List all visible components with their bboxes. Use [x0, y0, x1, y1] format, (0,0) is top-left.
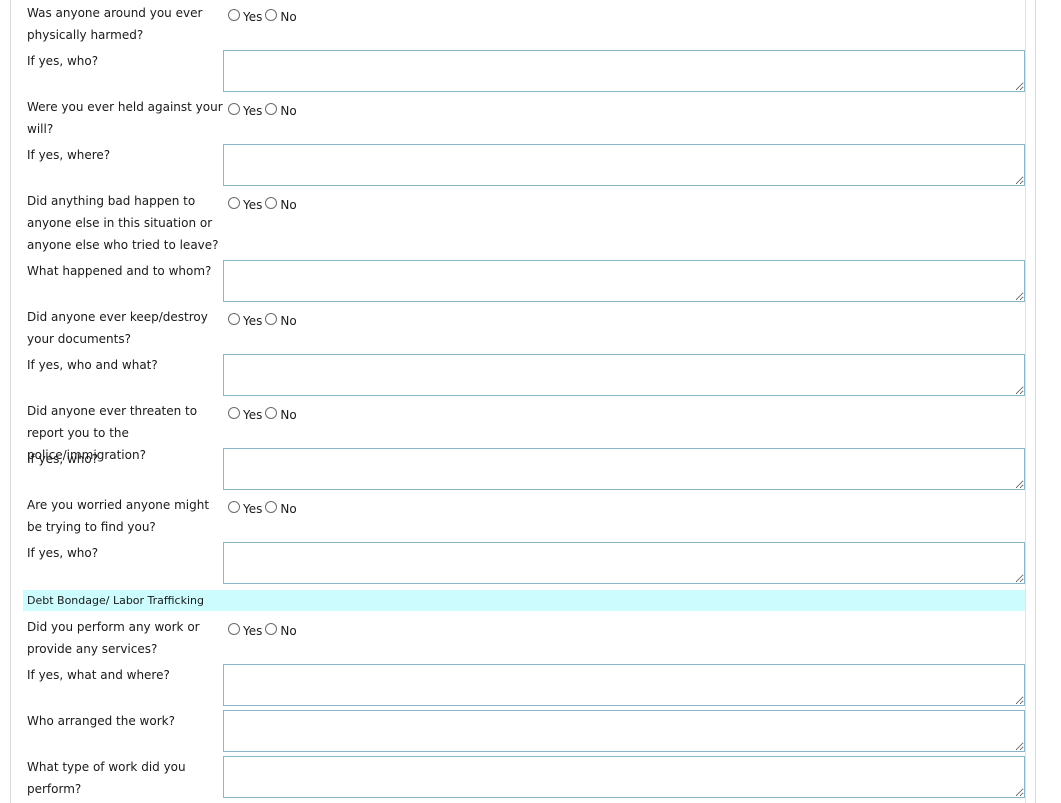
radio-yes[interactable] — [228, 9, 240, 21]
radio-no[interactable] — [265, 103, 278, 115]
radio-no[interactable] — [265, 197, 278, 209]
radio-no-label: No — [280, 408, 297, 422]
radio-no-label: No — [280, 10, 297, 24]
radio-no[interactable] — [265, 407, 278, 419]
radio-group-threaten-report: Yes No — [228, 404, 300, 422]
followup-textarea[interactable] — [223, 354, 1025, 396]
followup-textarea[interactable] — [223, 50, 1025, 92]
radio-yes-label: Yes — [243, 314, 263, 328]
radio-yes[interactable] — [228, 197, 240, 209]
radio-yes[interactable] — [228, 313, 240, 325]
who-arranged-textarea[interactable] — [223, 710, 1025, 752]
radio-no-label: No — [280, 624, 297, 638]
followup-textarea[interactable] — [223, 664, 1025, 706]
radio-yes-label: Yes — [243, 624, 263, 638]
radio-no[interactable] — [265, 313, 278, 325]
followup-label: If yes, what and where? — [27, 668, 170, 682]
question-anything-bad-happen: Did anything bad happen to anyone else i… — [27, 194, 219, 252]
radio-yes[interactable] — [228, 103, 240, 115]
question-physically-harmed: Was anyone around you ever physically ha… — [27, 6, 203, 42]
followup-label: If yes, who and what? — [27, 358, 158, 372]
question-perform-work: Did you perform any work or provide any … — [27, 620, 200, 656]
radio-group-anything-bad-happen: Yes No — [228, 194, 300, 212]
question-who-arranged: Who arranged the work? — [27, 714, 175, 728]
radio-group-held-against-will: Yes No — [228, 100, 300, 118]
section-header: Debt Bondage/ Labor Trafficking — [23, 590, 1025, 611]
radio-yes-label: Yes — [243, 408, 263, 422]
question-work-type: What type of work did you perform? — [27, 760, 186, 796]
followup-label: If yes, who? — [27, 54, 99, 68]
radio-yes[interactable] — [228, 407, 240, 419]
radio-no-label: No — [280, 502, 297, 516]
radio-no[interactable] — [265, 623, 278, 635]
followup-textarea[interactable] — [223, 542, 1025, 584]
radio-group-physically-harmed: Yes No — [228, 6, 300, 24]
radio-yes-label: Yes — [243, 502, 263, 516]
followup-label: What happened and to whom? — [27, 264, 212, 278]
radio-yes-label: Yes — [243, 198, 263, 212]
form-divider — [1025, 0, 1026, 803]
radio-yes[interactable] — [228, 623, 240, 635]
radio-no-label: No — [280, 198, 297, 212]
radio-no-label: No — [280, 314, 297, 328]
question-worried-find: Are you worried anyone might be trying t… — [27, 498, 210, 534]
radio-yes-label: Yes — [243, 104, 263, 118]
radio-yes-label: Yes — [243, 10, 263, 24]
followup-textarea[interactable] — [223, 260, 1025, 302]
radio-no[interactable] — [265, 9, 278, 21]
followup-textarea[interactable] — [223, 144, 1025, 186]
radio-no[interactable] — [265, 501, 278, 513]
followup-label: If yes, who? — [27, 452, 99, 466]
radio-group-documents: Yes No — [228, 310, 300, 328]
question-held-against-will: Were you ever held against your will? — [27, 100, 223, 136]
followup-label: If yes, who? — [27, 546, 99, 560]
radio-group-worried-find: Yes No — [228, 498, 300, 516]
work-type-textarea[interactable] — [223, 756, 1025, 798]
question-documents: Did anyone ever keep/destroy your docume… — [27, 310, 208, 346]
radio-no-label: No — [280, 104, 297, 118]
followup-textarea[interactable] — [223, 448, 1025, 490]
radio-yes[interactable] — [228, 501, 240, 513]
radio-group-perform-work: Yes No — [228, 620, 300, 638]
followup-label: If yes, where? — [27, 148, 111, 162]
